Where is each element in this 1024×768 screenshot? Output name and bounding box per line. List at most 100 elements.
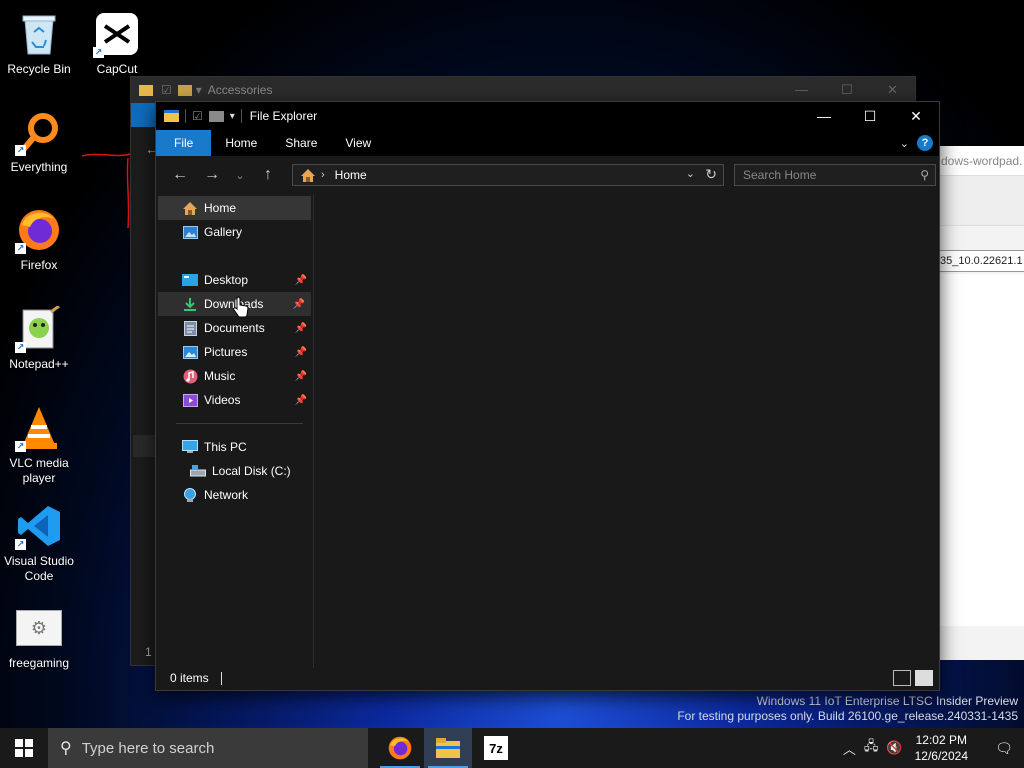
sidebar-item-this-pc[interactable]: This PC (156, 435, 313, 459)
file-tab[interactable] (131, 103, 157, 127)
pin-icon[interactable]: 📌 (295, 323, 307, 334)
desktop-icon-firefox[interactable]: ↗ Firefox (0, 206, 78, 273)
refresh-icon[interactable]: ↻ (705, 166, 717, 183)
close-button[interactable]: ✕ (893, 102, 939, 130)
desktop-icon-label: Recycle Bin (7, 62, 71, 76)
start-button[interactable] (0, 728, 48, 768)
download-arrow-icon (182, 296, 198, 312)
sidebar-item-home[interactable]: Home (158, 196, 311, 220)
sidebar-item-local-disk[interactable]: Local Disk (C:) (156, 459, 313, 483)
taskbar-search-box[interactable]: ⚲ Type here to search (48, 728, 368, 768)
window-title: File Explorer (249, 109, 318, 123)
tab-file[interactable]: File (156, 130, 212, 156)
sidebar-item-pictures[interactable]: Pictures 📌 (156, 340, 313, 364)
pin-icon[interactable]: 📌 (295, 275, 307, 286)
chevron-down-icon[interactable]: ▾ (230, 111, 235, 122)
document-area (937, 274, 1024, 626)
desktop-icon-notepad-plus-plus[interactable]: ↗ Notepad++ (0, 305, 78, 372)
network-status-icon[interactable]: 🖧 (864, 737, 879, 759)
sidebar-item-label: This PC (204, 440, 247, 454)
file-list-area[interactable] (314, 194, 939, 668)
sidebar-item-label: Local Disk (C:) (212, 464, 291, 478)
notification-center-icon[interactable]: 🗨 (984, 728, 1024, 768)
gallery-icon (182, 224, 198, 240)
toolbar-area (937, 176, 1024, 226)
expand-ribbon-chevron-icon[interactable]: ⌄ (900, 137, 909, 150)
maximize-button[interactable]: ☐ (847, 102, 893, 130)
sidebar-item-music[interactable]: Music 📌 (156, 364, 313, 388)
search-input[interactable]: Search Home ⚲ (734, 164, 936, 186)
7zip-icon: 7z (484, 736, 508, 760)
up-arrow-icon[interactable]: ↑ (254, 161, 282, 189)
volume-muted-icon[interactable]: 🔇 (886, 740, 902, 756)
taskbar-firefox[interactable] (376, 728, 424, 768)
sidebar-item-network[interactable]: Network (156, 483, 313, 507)
taskbar-7zip[interactable]: 7z (472, 728, 520, 768)
everything-search-icon: ↗ (15, 108, 63, 156)
search-icon: ⚲ (920, 168, 929, 182)
red-annotation-scribble (81, 153, 131, 229)
pin-icon[interactable]: 📌 (295, 371, 307, 382)
accessories-title: Accessories (207, 83, 273, 97)
sidebar-item-label: Pictures (204, 345, 248, 359)
sidebar-item-desktop[interactable]: Desktop 📌 (156, 268, 313, 292)
sidebar-item-label: Music (204, 369, 236, 383)
capcut-icon: ↗ (93, 10, 141, 58)
firefox-icon (388, 736, 412, 760)
wordpad-window[interactable]: dows-wordpad. 35_10.0.22621.1 (936, 146, 1024, 660)
notepad-plus-plus-icon: ↗ (15, 305, 63, 353)
close-icon[interactable]: ✕ (887, 82, 898, 98)
sidebar-item-videos[interactable]: Videos 📌 (156, 388, 313, 412)
sidebar-item-documents[interactable]: Documents 📌 (156, 316, 313, 340)
address-bar[interactable]: › Home ⌄ ↻ (292, 164, 724, 186)
breadcrumb-home[interactable]: Home (335, 168, 367, 182)
address-dropdown-icon[interactable]: ⌄ (686, 167, 695, 180)
sidebar-item-label: Network (204, 488, 249, 502)
details-view-icon[interactable] (893, 670, 911, 686)
desktop-icon-capcut[interactable]: ↗ CapCut (78, 10, 156, 77)
firefox-icon: ↗ (15, 206, 63, 254)
pin-icon[interactable]: 📌 (295, 347, 307, 358)
windows-logo-icon (15, 739, 33, 757)
back-arrow-icon[interactable]: ← (166, 161, 194, 189)
pin-icon[interactable]: 📌 (293, 299, 305, 310)
desktop-icon-label: freegaming (8, 656, 70, 670)
minimize-button[interactable]: — (801, 102, 847, 130)
system-tray: ︿ 🖧 🔇 12:02 PM 12/6/2024 🗨 (843, 728, 1024, 768)
vscode-icon: ↗ (15, 502, 63, 550)
shortcut-arrow-icon: ↗ (15, 145, 26, 156)
show-hidden-icons-chevron-icon[interactable]: ︿ (843, 739, 856, 758)
sidebar-item-label: Gallery (204, 225, 243, 239)
desktop-icon-label: Everything (10, 160, 68, 174)
clock[interactable]: 12:02 PM 12/6/2024 (915, 732, 968, 764)
sidebar-item-gallery[interactable]: Gallery (156, 220, 313, 244)
desktop-icon-vscode[interactable]: ↗ Visual Studio Code (0, 502, 78, 584)
file-explorer-window[interactable]: ☑ ▾ File Explorer — ☐ ✕ File Home Share … (155, 101, 940, 691)
path-field[interactable]: 35_10.0.22621.1 (937, 250, 1024, 272)
recent-locations-chevron-icon[interactable]: ⌄ (230, 161, 250, 189)
properties-checkbox-icon[interactable]: ☑ (192, 109, 203, 123)
large-icons-view-icon[interactable] (915, 670, 933, 686)
hand-cursor-icon (233, 296, 249, 318)
desktop-icon-vlc[interactable]: ↗ VLC media player (0, 404, 78, 486)
maximize-icon[interactable]: ☐ (841, 82, 853, 98)
minimize-icon[interactable]: — (795, 82, 808, 97)
file-explorer-icon (436, 738, 460, 758)
taskbar-file-explorer[interactable] (424, 728, 472, 768)
new-folder-icon[interactable] (208, 110, 224, 122)
os-watermark-line2: For testing purposes only. Build 26100.g… (677, 709, 1018, 723)
desktop-icon-everything[interactable]: ↗ Everything (0, 108, 78, 175)
os-watermark-line1: Windows 11 IoT Enterprise LTSC Insider P… (756, 694, 1018, 708)
taskbar: ⚲ Type here to search 7z ︿ 🖧 🔇 12:02 PM … (0, 728, 1024, 768)
pin-icon[interactable]: 📌 (295, 395, 307, 406)
help-icon[interactable]: ? (917, 135, 933, 151)
explorer-titlebar[interactable]: ☑ ▾ File Explorer — ☐ ✕ (156, 102, 939, 130)
tab-share[interactable]: Share (271, 130, 331, 156)
desktop-icon-freegaming[interactable]: ⚙ freegaming (0, 604, 78, 671)
tab-view[interactable]: View (331, 130, 385, 156)
tab-home[interactable]: Home (211, 130, 271, 156)
shortcut-arrow-icon: ↗ (15, 441, 26, 452)
desktop-icon-recycle-bin[interactable]: Recycle Bin (0, 10, 78, 77)
computer-icon (182, 439, 198, 455)
forward-arrow-icon[interactable]: → (198, 161, 226, 189)
